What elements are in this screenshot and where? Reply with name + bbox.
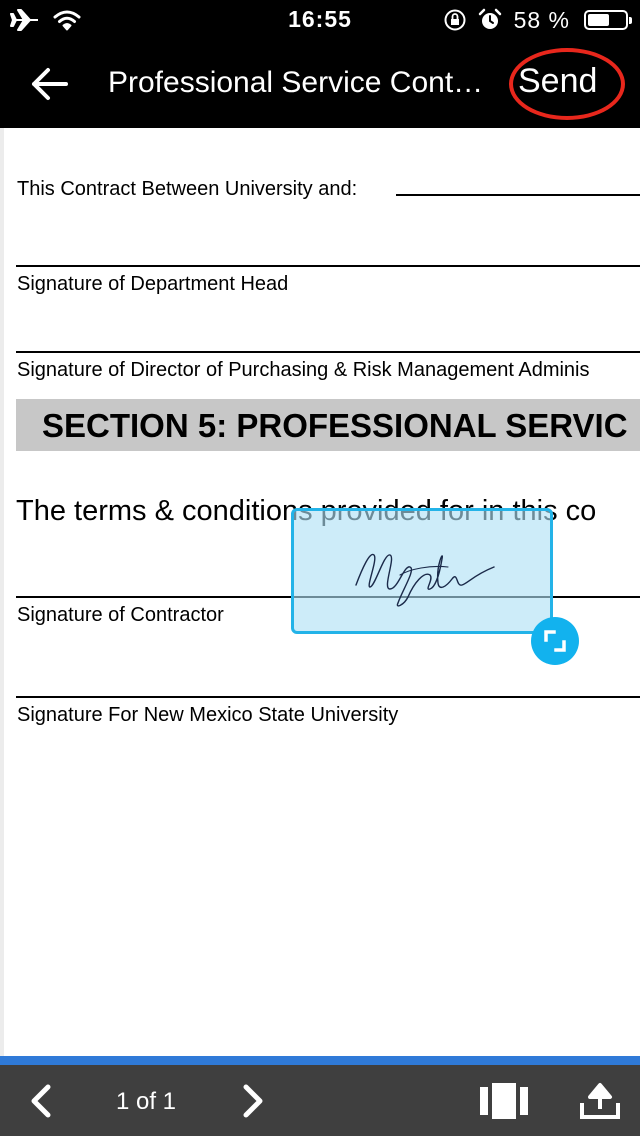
nmsu-signature-label: Signature For New Mexico State Universit… [17, 704, 399, 726]
signature-placement-box[interactable] [291, 508, 553, 634]
nav-bar: Professional Service Cont… Send [0, 40, 640, 128]
nmsu-signature-line [16, 696, 640, 698]
page-thumbnails-icon [480, 1083, 528, 1119]
director-signature-label: Signature of Director of Purchasing & Ri… [17, 359, 590, 381]
director-signature-line [16, 351, 640, 353]
send-button[interactable]: Send [518, 62, 597, 101]
resize-handle[interactable] [531, 617, 579, 665]
previous-page-button[interactable] [20, 1079, 64, 1123]
document-title: Professional Service Cont… [108, 66, 484, 99]
contractor-signature-label: Signature of Contractor [17, 604, 224, 626]
resize-icon [544, 630, 566, 652]
share-button[interactable] [576, 1079, 624, 1123]
orientation-lock-icon [444, 9, 466, 31]
handwritten-signature [355, 553, 495, 607]
next-page-button[interactable] [230, 1079, 274, 1123]
document-progress-bar [0, 1056, 640, 1065]
battery-percent: 58 % [513, 7, 570, 33]
dept-head-signature-line [16, 265, 640, 267]
battery-level-fill [588, 14, 609, 26]
page-thumbnails-button[interactable] [478, 1079, 530, 1123]
arrow-left-icon [32, 68, 68, 100]
section-heading-banner: SECTION 5: PROFESSIONAL SERVIC [16, 399, 640, 451]
alarm-icon [478, 8, 502, 29]
contract-between-line [396, 194, 640, 196]
dept-head-signature-label: Signature of Department Head [17, 273, 289, 295]
page-margin [0, 128, 4, 1056]
status-bar: 16:55 58 % [0, 0, 640, 40]
page-indicator: 1 of 1 [115, 1088, 177, 1115]
bottom-toolbar: 1 of 1 [0, 1065, 640, 1136]
share-upload-icon [580, 1083, 620, 1119]
battery-icon [584, 10, 632, 30]
document-page: This Contract Between University and: Si… [0, 128, 640, 1056]
chevron-right-icon [243, 1084, 263, 1118]
back-button[interactable] [28, 64, 72, 104]
contract-between-label: This Contract Between University and: [17, 178, 358, 200]
section-heading: SECTION 5: PROFESSIONAL SERVIC [42, 407, 628, 444]
chevron-left-icon [31, 1084, 51, 1118]
